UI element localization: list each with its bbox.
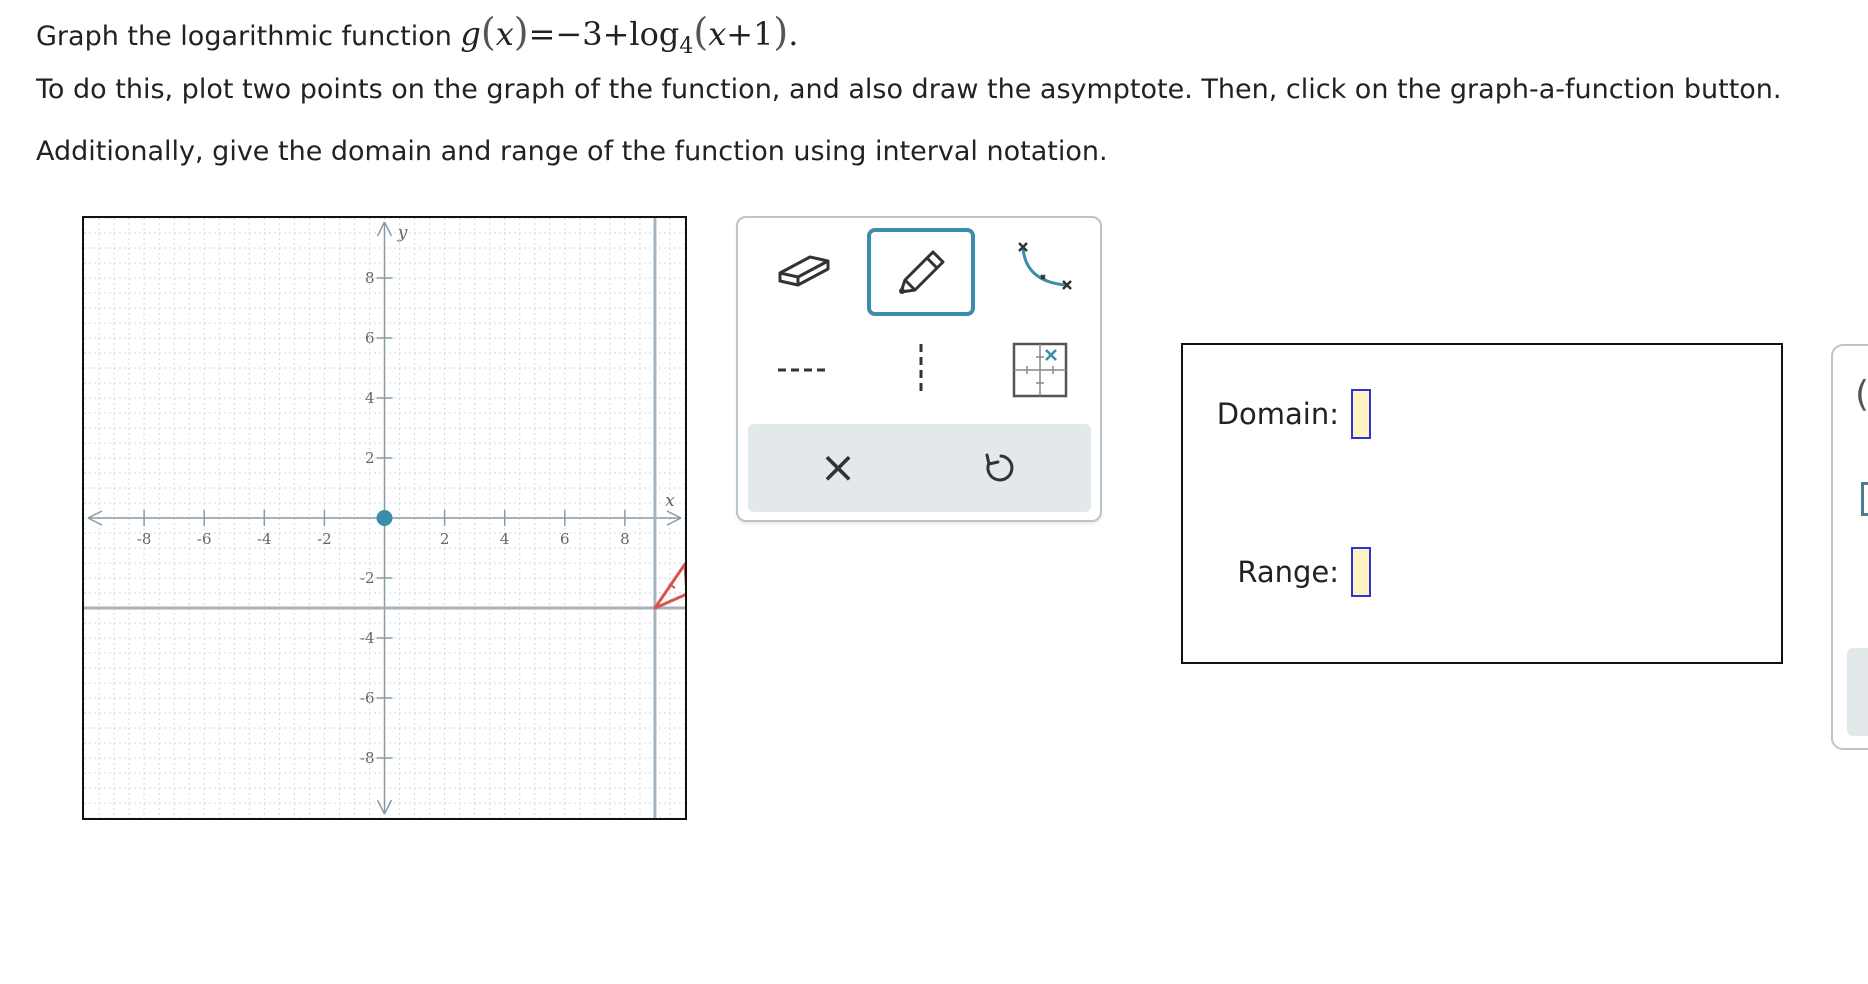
action-bar: ×	[748, 424, 1091, 512]
undo-button[interactable]	[968, 438, 1028, 498]
x-tick-label: -6	[197, 530, 212, 548]
range-row: Range:	[1237, 547, 1371, 597]
y-tick-label: -6	[360, 689, 375, 707]
x-tick-label: 2	[440, 530, 450, 548]
eraser-tool-button[interactable]	[754, 228, 854, 308]
y-tick-label: -8	[360, 749, 375, 767]
log-curve-tool-button[interactable]	[990, 228, 1090, 308]
plotted-point	[376, 510, 393, 526]
x-tick-label: 4	[500, 530, 510, 548]
dashed-horizontal-line-tool-button[interactable]	[754, 330, 854, 410]
x-axis-label: x	[665, 491, 675, 511]
x-tick-label: -4	[257, 530, 272, 548]
y-axis-label: y	[397, 223, 408, 243]
y-tick-label: 4	[365, 389, 375, 407]
x-tick-label: 8	[620, 530, 630, 548]
tool-panel: ×	[736, 216, 1102, 522]
interval-notation-panel: (	[1831, 344, 1868, 750]
close-icon: ×	[819, 442, 857, 493]
question-line-2: To do this, plot two points on the graph…	[36, 74, 1782, 105]
open-paren-button[interactable]: (	[1855, 374, 1868, 415]
graph-function-button[interactable]	[990, 330, 1090, 410]
domain-input[interactable]	[1351, 389, 1371, 439]
y-tick-label: -4	[360, 629, 375, 647]
undo-icon	[985, 453, 1014, 482]
coordinate-grid[interactable]: -8 -6 -4 -2 2 4 6 8 8 6 4 2 -2 -4 -6 -8 x y	[84, 218, 685, 818]
range-label: Range:	[1237, 555, 1339, 589]
question-prefix: Graph the logarithmic function	[36, 21, 461, 52]
question-line-1: Graph the logarithmic function g(x)=−3+l…	[36, 10, 798, 59]
domain-label: Domain:	[1216, 397, 1339, 431]
eraser-icon	[778, 255, 830, 287]
dashed-vertical-line-icon	[919, 344, 923, 396]
interval-action-bar	[1847, 648, 1868, 736]
log-curve-icon	[1018, 242, 1072, 290]
pencil-icon	[899, 250, 945, 294]
question-line-3: Additionally, give the domain and range …	[36, 136, 1108, 167]
dashed-vertical-line-tool-button[interactable]	[871, 330, 971, 410]
dashed-horizontal-line-icon	[778, 368, 830, 372]
x-tick-label: 6	[560, 530, 570, 548]
graph-function-icon	[1012, 342, 1068, 398]
x-tick-label: -2	[317, 530, 332, 548]
x-tick-label: -8	[137, 530, 152, 548]
y-tick-label: 2	[365, 449, 375, 467]
y-tick-label: -2	[360, 569, 375, 587]
range-input[interactable]	[1351, 547, 1371, 597]
open-bracket-button[interactable]	[1861, 482, 1868, 516]
domain-range-box: Domain: Range:	[1181, 343, 1783, 664]
cursor-marker	[653, 562, 685, 610]
function-expression: g(x)=−3+log4(x+1).	[460, 10, 799, 59]
y-tick-label: 8	[365, 269, 375, 287]
clear-button[interactable]: ×	[808, 438, 868, 498]
pencil-tool-button[interactable]	[867, 228, 975, 316]
domain-row: Domain:	[1217, 389, 1371, 439]
graph-area[interactable]: -8 -6 -4 -2 2 4 6 8 8 6 4 2 -2 -4 -6 -8 x y	[82, 216, 687, 820]
y-tick-label: 6	[365, 329, 375, 347]
